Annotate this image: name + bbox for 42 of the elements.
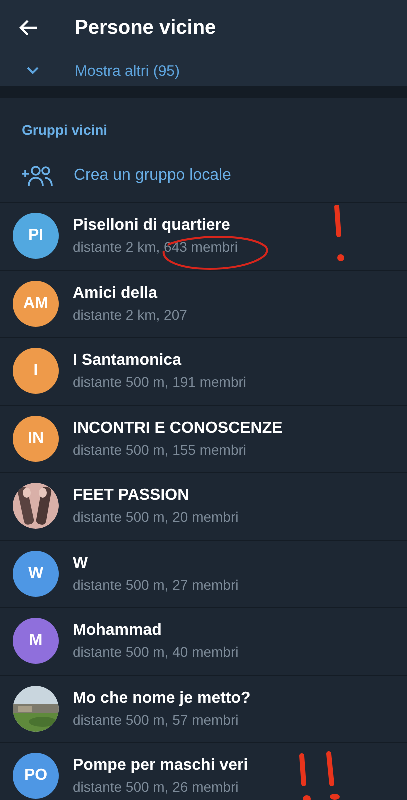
group-name: I Santamonica	[73, 352, 182, 370]
group-distance: distante 500 m, 27 membri	[73, 576, 239, 593]
group-distance: distante 500 m, 26 membri	[73, 779, 239, 796]
group-avatar: PI	[13, 213, 59, 260]
group-avatar: IN	[13, 416, 59, 462]
group-distance: distante 500 m, 191 membri	[73, 374, 247, 390]
group-row[interactable]: M Mohammad distante 500 m, 40 membri	[0, 607, 407, 674]
group-name: Mohammad	[73, 622, 162, 640]
group-row[interactable]: I I Santamonica distante 500 m, 191 membri	[0, 337, 407, 404]
show-more-label: Mostra altri (95)	[75, 62, 180, 80]
screen-title: Persone vicine	[75, 16, 216, 40]
group-distance: distante 500 m, 155 membri	[73, 442, 247, 458]
group-name: Amici della	[73, 284, 158, 303]
group-avatar: M	[13, 618, 59, 664]
group-name: W	[73, 554, 88, 573]
group-row[interactable]: FEET PASSION distante 500 m, 20 membri	[0, 472, 407, 540]
chevron-down-icon	[27, 67, 39, 75]
show-more-row[interactable]: Mostra altri (95)	[0, 56, 407, 86]
group-row[interactable]: IN INCONTRI E CONOSCENZE distante 500 m, 155 membri	[0, 404, 407, 472]
add-group-icon	[21, 165, 53, 187]
group-row[interactable]: W W distante 500 m, 27 membri	[0, 540, 407, 607]
group-distance: distante 2 km, 207	[73, 306, 188, 323]
group-row[interactable]: Mo che nome je metto? distante 500 m, 57 membri	[0, 674, 407, 742]
group-avatar: PO	[13, 753, 59, 800]
group-avatar: W	[13, 550, 59, 597]
group-avatar: I	[13, 348, 59, 394]
group-name: Pompe per maschi veri	[73, 757, 248, 776]
group-name: FEET PASSION	[73, 487, 190, 506]
group-avatar: AM	[13, 280, 59, 327]
group-name: Mo che nome je metto?	[73, 690, 251, 708]
group-distance: distante 2 km, 643 membri	[73, 239, 238, 256]
group-distance: distante 500 m, 40 membri	[73, 644, 239, 660]
group-row[interactable]: AM Amici della distante 2 km, 207	[0, 270, 407, 337]
create-group-row[interactable]: Crea un gruppo locale	[0, 150, 407, 202]
group-distance: distante 500 m, 57 membri	[73, 712, 239, 728]
group-row[interactable]: PI Piselloni di quartiere distante 2 km, 643 membri	[0, 202, 407, 270]
group-distance: distante 500 m, 20 membri	[73, 509, 239, 526]
section-title: Gruppi vicini	[21, 121, 109, 140]
back-arrow-icon[interactable]	[19, 18, 39, 38]
group-row[interactable]: PO Pompe per maschi veri distante 500 m, 26 membri	[0, 742, 407, 800]
group-name: INCONTRI E CONOSCENZE	[73, 420, 283, 438]
group-name: Piselloni di quartiere	[73, 217, 230, 236]
